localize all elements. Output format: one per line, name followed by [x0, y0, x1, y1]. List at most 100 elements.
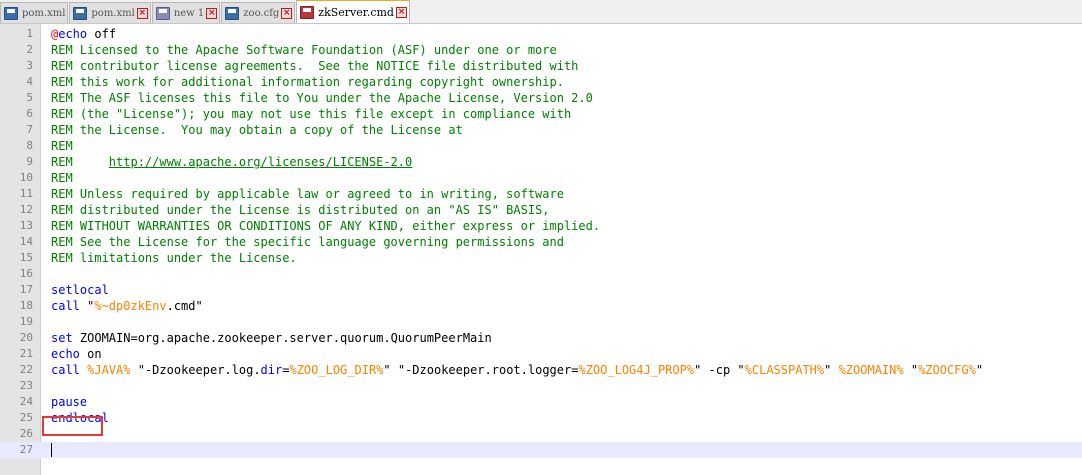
- string-quote: ": [903, 363, 919, 377]
- tab-label: new 1: [173, 7, 205, 19]
- tab-label: zkServer.cmd: [318, 5, 394, 19]
- code-line-25: 25 endlocal: [0, 410, 1082, 426]
- rem-comment: REM this work for additional information…: [51, 75, 564, 89]
- line-number: 9: [26, 155, 33, 168]
- code-line-9: 9 REM http://www.apache.org/licenses/LICE…: [0, 154, 1082, 170]
- variable-zoo-log4j-prop: %ZOO_LOG4J_PROP%: [578, 363, 695, 377]
- code-line-26: 26: [0, 426, 1082, 442]
- line-number: 24: [19, 395, 33, 408]
- line-number: 23: [19, 379, 33, 392]
- keyword-set: set: [51, 331, 73, 345]
- line-number: 10: [19, 171, 33, 184]
- variable-java: %JAVA%: [87, 363, 131, 377]
- code-line-13: 13 REM WITHOUT WARRANTIES OR CONDITIONS O…: [0, 218, 1082, 234]
- text-caret: [51, 443, 52, 457]
- line-number: 21: [19, 347, 33, 360]
- code-line-10: 10 REM: [0, 170, 1082, 186]
- close-icon[interactable]: ×: [206, 7, 218, 19]
- line-number: 19: [19, 315, 33, 328]
- line-number: 3: [26, 59, 33, 72]
- option-cp: " -cp ": [694, 363, 745, 377]
- code-line-17: 17 setlocal: [0, 282, 1082, 298]
- variable-classpath: %CLASSPATH%: [744, 363, 825, 377]
- save-file-icon: [4, 6, 18, 20]
- option-root-logger: " "-Dzookeeper.root.logger=: [383, 363, 579, 377]
- rem-comment: REM Unless required by applicable law or…: [51, 187, 564, 201]
- rem-comment: REM: [51, 139, 73, 153]
- string-rest: .cmd": [166, 299, 203, 313]
- close-icon[interactable]: ×: [281, 7, 293, 19]
- line-number: 1: [26, 27, 33, 40]
- code-line-12: 12 REM distributed under the License is d…: [0, 202, 1082, 218]
- string-quote: ": [79, 299, 95, 313]
- line-number: 27: [19, 443, 33, 456]
- line-number: 8: [26, 139, 33, 152]
- keyword-dir: dir: [260, 363, 283, 377]
- rem-comment: REM contributor license agreements. See …: [51, 59, 579, 73]
- variable-zoo-log-dir: %ZOO_LOG_DIR%: [289, 363, 384, 377]
- line-number: 5: [26, 91, 33, 104]
- code-line-20: 20 set ZOOMAIN=org.apache.zookeeper.serve…: [0, 330, 1082, 346]
- code-line-27-current: 27: [0, 442, 1082, 458]
- code-line-1: 1 @echo off: [0, 26, 1082, 42]
- rem-comment: REM The ASF licenses this file to You un…: [51, 91, 593, 105]
- line-number: 12: [19, 203, 33, 216]
- code-line-5: 5 REM The ASF licenses this file to You u…: [0, 90, 1082, 106]
- rem-comment: REM Licensed to the Apache Software Foun…: [51, 43, 557, 57]
- echo-arg: on: [79, 347, 102, 361]
- rem-comment: REM: [51, 171, 73, 185]
- code-lines: 1 @echo off 2 REM Licensed to the Apache S…: [0, 26, 1082, 458]
- rem-comment: REM the License. You may obtain a copy o…: [51, 123, 463, 137]
- rem-comment: REM (the "License"); you may not use thi…: [51, 107, 572, 121]
- keyword-pause: pause: [51, 395, 88, 409]
- variable-dp0: %~dp0zkEnv: [94, 299, 167, 313]
- license-url-link[interactable]: http://www.apache.org/licenses/LICENSE-2…: [109, 155, 412, 169]
- tab-bar: pom.xml pom.xml × new 1 × zoo.cfg × zkSe…: [0, 0, 1082, 24]
- code-line-14: 14 REM See the License for the specific l…: [0, 234, 1082, 250]
- line-number: 6: [26, 107, 33, 120]
- code-line-11: 11 REM Unless required by applicable law …: [0, 186, 1082, 202]
- rem-comment: REM limitations under the License.: [51, 251, 297, 265]
- code-line-18: 18 call "%~dp0zkEnv.cmd": [0, 298, 1082, 314]
- tab-label: pom.xml: [22, 7, 66, 19]
- code-line-2: 2 REM Licensed to the Apache Software Fou…: [0, 42, 1082, 58]
- tab-zoo-cfg[interactable]: zoo.cfg ×: [221, 2, 296, 23]
- string-quote: ": [824, 363, 839, 377]
- rem-comment: REM: [51, 155, 109, 169]
- line-number: 25: [19, 411, 33, 424]
- line-number: 16: [19, 267, 33, 280]
- close-icon[interactable]: ×: [395, 6, 407, 18]
- tab-pom-xml-1[interactable]: pom.xml: [0, 2, 69, 23]
- tab-label: pom.xml: [91, 7, 135, 19]
- pause-highlight-box: [42, 416, 103, 436]
- line-number: 22: [19, 363, 33, 376]
- option-log-prefix: "-Dzookeeper.log.: [130, 363, 261, 377]
- code-line-16: 16: [0, 266, 1082, 282]
- code-editor[interactable]: 1 @echo off 2 REM Licensed to the Apache S…: [0, 24, 1082, 475]
- variable-zoomain: %ZOOMAIN%: [838, 363, 904, 377]
- code-line-4: 4 REM this work for additional informatio…: [0, 74, 1082, 90]
- save-file-icon: [73, 6, 88, 20]
- close-icon[interactable]: ×: [136, 7, 148, 19]
- code-line-3: 3 REM contributor license agreements. See…: [0, 58, 1082, 74]
- variable-zoocfg: %ZOOCFG%: [918, 363, 976, 377]
- line-number: 18: [19, 299, 33, 312]
- code-line-7: 7 REM the License. You may obtain a copy …: [0, 122, 1082, 138]
- code-line-15: 15 REM limitations under the License.: [0, 250, 1082, 266]
- rem-comment: REM WITHOUT WARRANTIES OR CONDITIONS OF …: [51, 219, 601, 233]
- rem-comment: REM See the License for the specific lan…: [51, 235, 564, 249]
- modified-file-icon: [300, 5, 315, 19]
- tab-zkserver-cmd[interactable]: zkServer.cmd ×: [296, 0, 410, 23]
- plain-file-icon: [155, 6, 170, 20]
- line-number: 2: [26, 43, 33, 56]
- line-number: 13: [19, 219, 33, 232]
- set-assignment: ZOOMAIN=org.apache.zookeeper.server.quor…: [72, 331, 492, 345]
- code-line-22: 22 call %JAVA% "-Dzookeeper.log.dir=%ZOO_…: [0, 362, 1082, 378]
- tab-new-1[interactable]: new 1 ×: [151, 2, 221, 23]
- tab-pom-xml-2[interactable]: pom.xml ×: [69, 2, 151, 23]
- code-line-8: 8 REM: [0, 138, 1082, 154]
- keyword-setlocal: setlocal: [51, 283, 109, 297]
- line-number: 26: [19, 427, 33, 440]
- keyword-echo: echo: [51, 347, 80, 361]
- keyword-call: call: [51, 299, 80, 313]
